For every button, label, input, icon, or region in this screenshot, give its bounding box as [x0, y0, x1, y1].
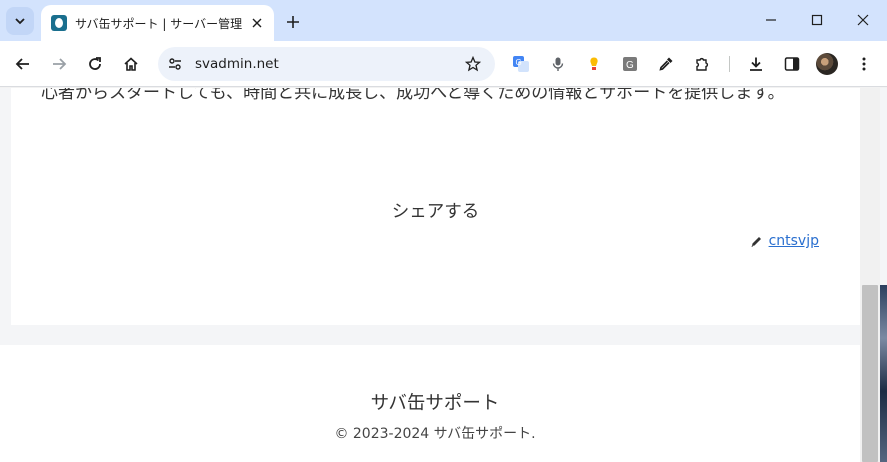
menu-button[interactable]: [850, 50, 878, 78]
g-extension-button[interactable]: G: [616, 50, 644, 78]
author-link[interactable]: cntsvjp: [769, 233, 819, 249]
arrow-right-icon: [53, 58, 67, 70]
bookmark-button[interactable]: [461, 52, 485, 76]
author-byline: cntsvjp: [750, 233, 819, 249]
minimize-button[interactable]: [748, 0, 794, 40]
home-button[interactable]: [117, 50, 145, 78]
side-panel-button[interactable]: [778, 50, 806, 78]
star-icon: [465, 56, 481, 72]
voice-extension-button[interactable]: [544, 50, 572, 78]
maximize-button[interactable]: [794, 0, 840, 40]
url-text[interactable]: svadmin.net: [195, 56, 461, 72]
tab-title: サバ缶サポート | サーバー管理者の系: [75, 16, 242, 31]
g-badge-icon: G: [623, 57, 637, 71]
translate-extension-button[interactable]: G: [507, 50, 535, 78]
tab-search-button[interactable]: [6, 7, 34, 35]
article-card: 心者からスタートしても、時間と共に成長し、成功へと導くための情報とサポートを提供…: [11, 88, 860, 325]
reload-icon: [89, 57, 101, 70]
footer-copyright: © 2023-2024 サバ缶サポート.: [334, 426, 536, 442]
maximize-icon: [811, 14, 823, 26]
close-icon: [252, 18, 262, 28]
extensions-button[interactable]: [688, 50, 716, 78]
side-panel-icon: [784, 57, 800, 71]
site-footer: サバ缶サポート © 2023-2024 サバ缶サポート.: [0, 345, 860, 462]
puzzle-icon: [696, 57, 709, 71]
browser-toolbar: svadmin.net G G: [0, 41, 887, 87]
downloads-button[interactable]: [742, 50, 770, 78]
profile-avatar[interactable]: [816, 53, 838, 75]
tune-icon: [169, 58, 181, 70]
reload-button[interactable]: [81, 50, 109, 78]
chevron-down-icon: [15, 18, 25, 25]
tab-close-button[interactable]: [248, 14, 266, 32]
eyedropper-icon: [659, 57, 673, 71]
svg-text:G: G: [516, 58, 522, 67]
site-favicon-icon: [51, 15, 67, 31]
new-tab-button[interactable]: [281, 10, 305, 34]
home-icon: [124, 57, 138, 71]
toolbar-divider: [729, 56, 730, 72]
minimize-icon: [766, 19, 776, 21]
pencil-icon: [751, 236, 761, 247]
bulb-extension-button[interactable]: [580, 50, 608, 78]
page-viewport: 心者からスタートしても、時間と共に成長し、成功へと導くための情報とサポートを提供…: [0, 88, 887, 462]
close-window-button[interactable]: [840, 0, 886, 40]
microphone-icon: [552, 57, 564, 71]
translate-icon: G: [513, 56, 529, 72]
close-icon: [857, 14, 869, 26]
lightbulb-icon: [590, 57, 598, 70]
active-tab[interactable]: サバ缶サポート | サーバー管理者の系: [41, 5, 274, 41]
address-bar[interactable]: svadmin.net: [158, 47, 495, 81]
scrollbar-thumb[interactable]: [862, 285, 878, 462]
share-heading: シェアする: [391, 202, 480, 222]
article-body-text: 心者からスタートしても、時間と共に成長し、成功へと導くための情報とサポートを提供…: [41, 88, 785, 103]
forward-button[interactable]: [45, 50, 73, 78]
tab-strip: サバ缶サポート | サーバー管理者の系: [0, 0, 887, 41]
footer-site-title[interactable]: サバ缶サポート: [0, 389, 870, 415]
site-info-button[interactable]: [163, 52, 187, 76]
download-icon: [750, 57, 762, 71]
background-window-edge: [880, 285, 887, 462]
back-button[interactable]: [9, 50, 37, 78]
eyedropper-extension-button[interactable]: [652, 50, 680, 78]
arrow-left-icon: [15, 58, 29, 70]
more-vertical-icon: [862, 57, 866, 71]
svg-text:G: G: [626, 60, 634, 71]
plus-icon: [287, 16, 299, 28]
